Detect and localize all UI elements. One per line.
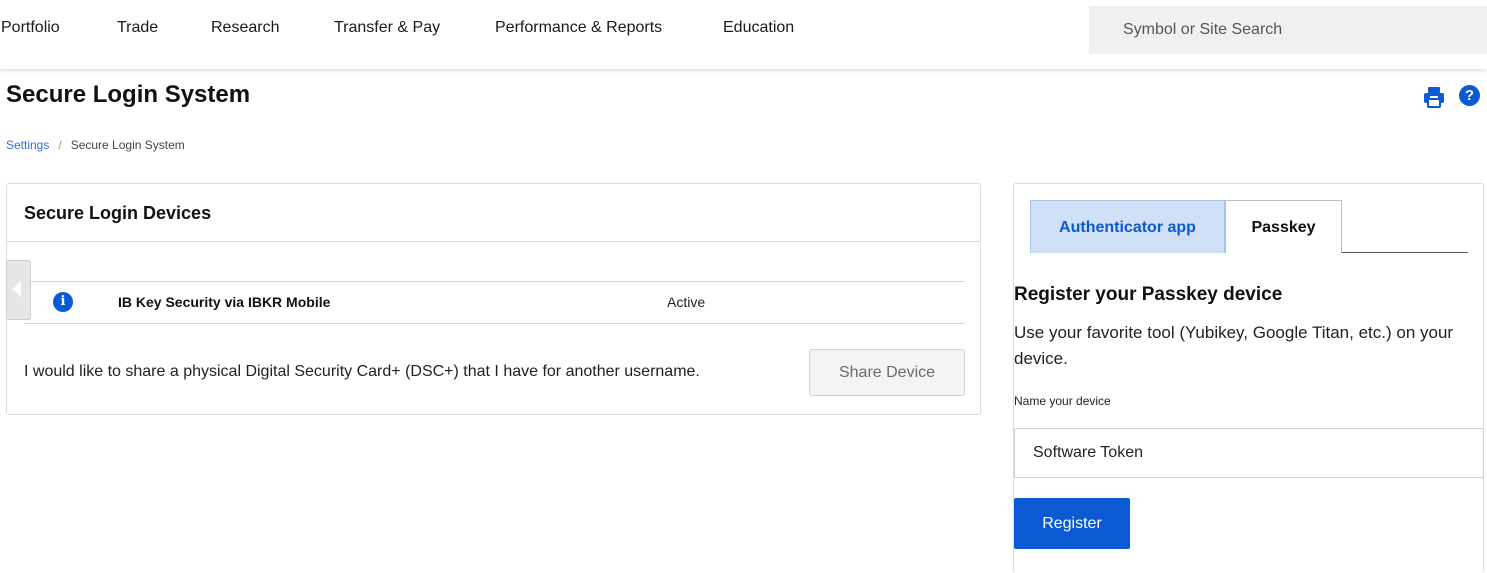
card-title: Secure Login Devices [24,203,212,223]
device-name-input[interactable] [1014,428,1484,478]
breadcrumb-separator: / [58,138,62,152]
share-device-text: I would like to share a physical Digital… [24,363,700,380]
breadcrumb-link-settings[interactable]: Settings [6,138,49,152]
device-name: IB Key Security via IBKR Mobile [118,294,331,310]
section-title: Register your Passkey device [1014,284,1283,305]
nav-item-research[interactable]: Research [211,19,279,37]
print-icon[interactable] [1423,86,1445,108]
collapse-panel-handle[interactable] [6,260,31,320]
device-name-label: Name your device [1014,394,1111,408]
page-title: Secure Login System [6,81,251,108]
section-description: Use your favorite tool (Yubikey, Google … [1014,323,1454,368]
nav-item-transfer-pay[interactable]: Transfer & Pay [334,19,440,37]
tab-underline [1342,252,1468,253]
share-device-button[interactable]: Share Device [809,349,965,396]
info-icon[interactable]: i [53,292,73,312]
tab-passkey[interactable]: Passkey [1225,200,1342,253]
breadcrumb: Settings / Secure Login System [6,138,185,152]
help-icon[interactable]: ? [1459,85,1480,106]
nav-item-trade[interactable]: Trade [117,19,158,37]
tab-authenticator-app[interactable]: Authenticator app [1030,200,1225,253]
register-button[interactable]: Register [1014,498,1130,549]
secure-login-devices-card: Secure Login Devices i IB Key Security v… [6,183,981,415]
nav-item-education[interactable]: Education [723,19,794,37]
table-divider [24,281,965,282]
breadcrumb-current: Secure Login System [70,138,185,152]
top-navigation: Portfolio Trade Research Transfer & Pay … [0,0,1487,69]
passkey-registration-card: Authenticator app Passkey Register your … [1013,183,1484,573]
card-header: Secure Login Devices [7,184,980,242]
nav-item-portfolio[interactable]: Portfolio [1,19,60,37]
table-divider [24,323,965,324]
site-search-input[interactable] [1089,6,1487,54]
device-status: Active [667,294,706,310]
nav-item-performance-reports[interactable]: Performance & Reports [495,19,662,37]
chevron-left-icon [12,281,21,297]
